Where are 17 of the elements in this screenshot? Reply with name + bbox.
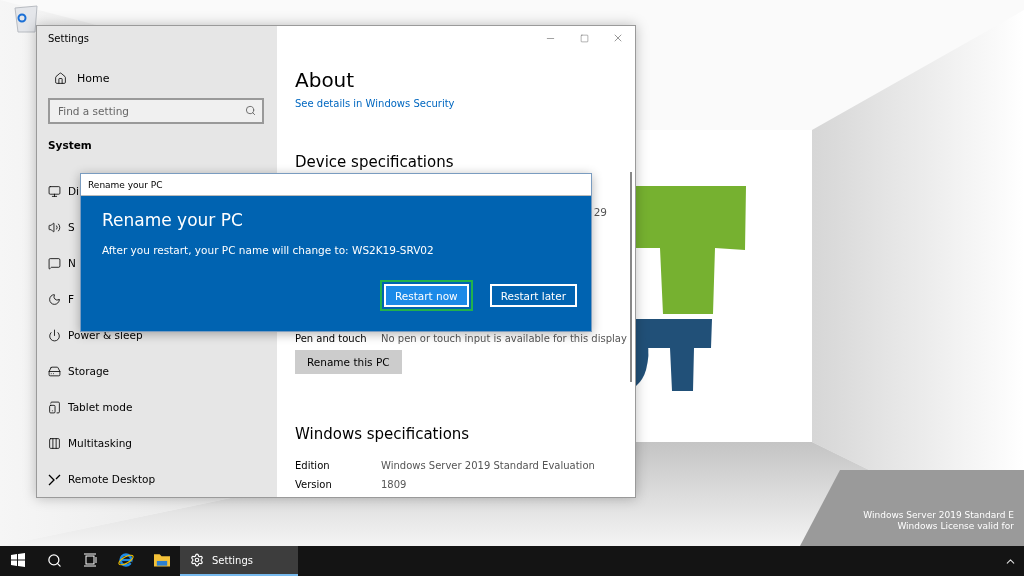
section-heading: System [48,139,93,152]
spec-label: Version [295,479,333,490]
section-heading: Windows specifications [295,425,471,445]
spec-value: 29 [593,206,607,218]
license-watermark-text: Windows License valid for [897,521,1014,531]
spec-value: 1809 [381,479,407,490]
dialog-title: Rename your PC [88,179,163,190]
dialog-message: After you restart, your PC name will change to: WS2K19-SRV02 [102,244,435,256]
dialog-heading: Rename your PC [102,210,244,230]
spec-value: Windows Server 2019 Standard Evaluation [381,460,595,471]
spec-label: Pen and touch [295,333,368,344]
spec-value: No pen or touch input is available for this display [381,333,627,344]
license-watermark-text: Windows Server 2019 Standard E [863,510,1014,520]
section-heading: Device specifications [295,153,455,173]
spec-label: Edition [295,460,331,471]
page-title: About [295,68,356,94]
window-title: Settings [48,33,90,45]
